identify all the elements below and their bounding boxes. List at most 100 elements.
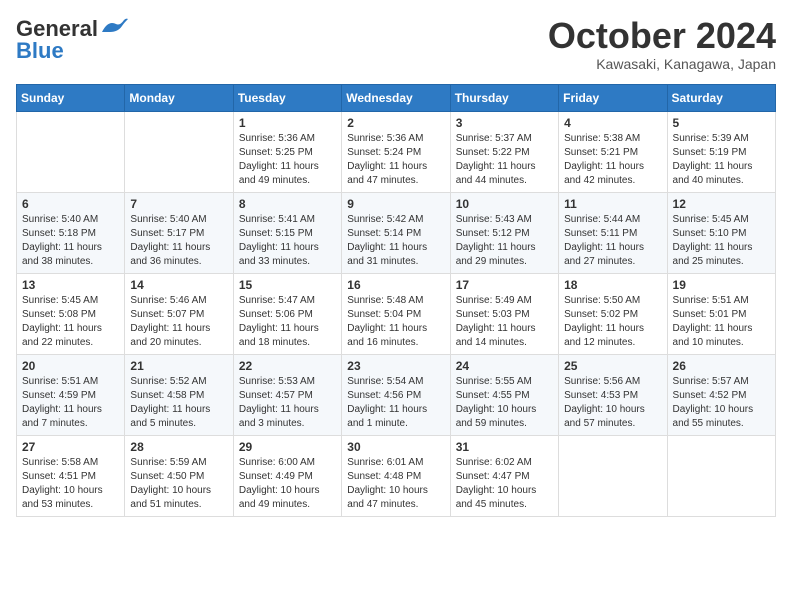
cell-content: Sunrise: 5:45 AMSunset: 5:08 PMDaylight:… xyxy=(22,294,119,350)
day-number: 24 xyxy=(456,359,553,373)
sunset: Sunset: 4:48 PM xyxy=(347,471,421,482)
sunrise: Sunrise: 5:59 AM xyxy=(130,457,206,468)
sunrise: Sunrise: 5:37 AM xyxy=(456,133,532,144)
cell-content: Sunrise: 5:48 AMSunset: 5:04 PMDaylight:… xyxy=(347,294,444,350)
sunrise: Sunrise: 5:46 AM xyxy=(130,295,206,306)
sunset: Sunset: 5:15 PM xyxy=(239,228,313,239)
day-number: 28 xyxy=(130,440,227,454)
sunrise: Sunrise: 5:36 AM xyxy=(239,133,315,144)
daylight: Daylight: 11 hours and 10 minutes. xyxy=(673,323,753,348)
calendar-header-row: SundayMondayTuesdayWednesdayThursdayFrid… xyxy=(17,84,776,111)
cell-content: Sunrise: 5:53 AMSunset: 4:57 PMDaylight:… xyxy=(239,375,336,431)
sunrise: Sunrise: 6:01 AM xyxy=(347,457,423,468)
calendar-cell: 8Sunrise: 5:41 AMSunset: 5:15 PMDaylight… xyxy=(233,192,341,273)
calendar-week-row: 27Sunrise: 5:58 AMSunset: 4:51 PMDayligh… xyxy=(17,435,776,516)
cell-content: Sunrise: 5:40 AMSunset: 5:17 PMDaylight:… xyxy=(130,213,227,269)
day-number: 3 xyxy=(456,116,553,130)
sunset: Sunset: 4:51 PM xyxy=(22,471,96,482)
sunset: Sunset: 5:24 PM xyxy=(347,147,421,158)
day-number: 21 xyxy=(130,359,227,373)
day-header-sunday: Sunday xyxy=(17,84,125,111)
day-number: 26 xyxy=(673,359,770,373)
sunrise: Sunrise: 5:39 AM xyxy=(673,133,749,144)
day-number: 22 xyxy=(239,359,336,373)
cell-content: Sunrise: 5:50 AMSunset: 5:02 PMDaylight:… xyxy=(564,294,661,350)
sunset: Sunset: 4:56 PM xyxy=(347,390,421,401)
sunrise: Sunrise: 5:43 AM xyxy=(456,214,532,225)
daylight: Daylight: 11 hours and 38 minutes. xyxy=(22,242,102,267)
calendar-cell: 19Sunrise: 5:51 AMSunset: 5:01 PMDayligh… xyxy=(667,273,775,354)
sunset: Sunset: 5:04 PM xyxy=(347,309,421,320)
sunset: Sunset: 5:17 PM xyxy=(130,228,204,239)
sunset: Sunset: 5:14 PM xyxy=(347,228,421,239)
sunset: Sunset: 5:19 PM xyxy=(673,147,747,158)
day-number: 2 xyxy=(347,116,444,130)
sunrise: Sunrise: 5:45 AM xyxy=(673,214,749,225)
day-number: 20 xyxy=(22,359,119,373)
cell-content: Sunrise: 5:54 AMSunset: 4:56 PMDaylight:… xyxy=(347,375,444,431)
calendar-cell: 24 Sunrise: 5:55 AM Sunset: 4:55 PM Dayligh… xyxy=(450,354,558,435)
calendar-cell xyxy=(125,111,233,192)
cell-content: Sunrise: 6:02 AMSunset: 4:47 PMDaylight:… xyxy=(456,456,553,512)
title-block: October 2024 Kawasaki, Kanagawa, Japan xyxy=(548,16,776,72)
sunset: Sunset: 5:12 PM xyxy=(456,228,530,239)
calendar-cell: 21Sunrise: 5:52 AMSunset: 4:58 PMDayligh… xyxy=(125,354,233,435)
calendar-cell: 28Sunrise: 5:59 AMSunset: 4:50 PMDayligh… xyxy=(125,435,233,516)
day-number: 29 xyxy=(239,440,336,454)
day-number: 14 xyxy=(130,278,227,292)
day-number: 5 xyxy=(673,116,770,130)
cell-content: Sunrise: 5:36 AM Sunset: 5:24 PM Daylight:… xyxy=(347,132,444,188)
daylight: Daylight: 11 hours and 22 minutes. xyxy=(22,323,102,348)
sunrise: Sunrise: 5:36 AM xyxy=(347,133,423,144)
sunset: Sunset: 5:25 PM xyxy=(239,147,313,158)
cell-content: Sunrise: 5:44 AMSunset: 5:11 PMDaylight:… xyxy=(564,213,661,269)
daylight: Daylight: 11 hours and 42 minutes. xyxy=(564,161,644,186)
cell-content: Sunrise: 5:55 AM Sunset: 4:55 PM Daylight:… xyxy=(456,375,553,431)
calendar-cell: 3Sunrise: 5:37 AMSunset: 5:22 PMDaylight… xyxy=(450,111,558,192)
sunrise: Sunrise: 5:38 AM xyxy=(564,133,640,144)
calendar-cell: 5 Sunrise: 5:39 AM Sunset: 5:19 PM Daylight… xyxy=(667,111,775,192)
day-header-saturday: Saturday xyxy=(667,84,775,111)
sunset: Sunset: 4:50 PM xyxy=(130,471,204,482)
calendar-cell: 18 Sunrise: 5:50 AMSunset: 5:02 PMDayligh… xyxy=(559,273,667,354)
sunrise: Sunrise: 5:51 AM xyxy=(673,295,749,306)
calendar-week-row: 13Sunrise: 5:45 AMSunset: 5:08 PMDayligh… xyxy=(17,273,776,354)
day-number: 31 xyxy=(456,440,553,454)
calendar-cell: 4Sunrise: 5:38 AMSunset: 5:21 PMDaylight… xyxy=(559,111,667,192)
daylight: Daylight: 10 hours and 47 minutes. xyxy=(347,485,428,510)
daylight: Daylight: 11 hours and 20 minutes. xyxy=(130,323,210,348)
calendar-cell: 2 Sunrise: 5:36 AM Sunset: 5:24 PM Daylight… xyxy=(342,111,450,192)
calendar-week-row: 1Sunrise: 5:36 AMSunset: 5:25 PMDaylight… xyxy=(17,111,776,192)
sunrise: Sunrise: 5:52 AM xyxy=(130,376,206,387)
daylight: Daylight: 10 hours and 53 minutes. xyxy=(22,485,103,510)
cell-content: Sunrise: 5:39 AM Sunset: 5:19 PM Daylight:… xyxy=(673,132,770,188)
sunset: Sunset: 4:49 PM xyxy=(239,471,313,482)
sunrise: Sunrise: 5:51 AM xyxy=(22,376,98,387)
daylight: Daylight: 11 hours and 40 minutes. xyxy=(673,161,753,186)
cell-content: Sunrise: 5:57 AMSunset: 4:52 PMDaylight:… xyxy=(673,375,770,431)
sunrise: Sunrise: 5:55 AM xyxy=(456,376,532,387)
daylight: Daylight: 10 hours and 59 minutes. xyxy=(456,404,537,429)
cell-content: Sunrise: 5:41 AMSunset: 5:15 PMDaylight:… xyxy=(239,213,336,269)
calendar-cell xyxy=(667,435,775,516)
sunrise: Sunrise: 6:00 AM xyxy=(239,457,315,468)
daylight: Daylight: 11 hours and 3 minutes. xyxy=(239,404,319,429)
sunrise: Sunrise: 6:02 AM xyxy=(456,457,532,468)
sunset: Sunset: 5:03 PM xyxy=(456,309,530,320)
daylight: Daylight: 11 hours and 47 minutes. xyxy=(347,161,427,186)
daylight: Daylight: 11 hours and 36 minutes. xyxy=(130,242,210,267)
cell-content: Sunrise: 6:01 AM Sunset: 4:48 PM Daylight:… xyxy=(347,456,444,512)
sunset: Sunset: 4:55 PM xyxy=(456,390,530,401)
calendar-cell: 27Sunrise: 5:58 AMSunset: 4:51 PMDayligh… xyxy=(17,435,125,516)
day-number: 27 xyxy=(22,440,119,454)
sunrise: Sunrise: 5:40 AM xyxy=(22,214,98,225)
sunset: Sunset: 5:01 PM xyxy=(673,309,747,320)
day-number: 18 xyxy=(564,278,661,292)
daylight: Daylight: 10 hours and 49 minutes. xyxy=(239,485,320,510)
sunrise: Sunrise: 5:50 AM xyxy=(564,295,640,306)
calendar-week-row: 20Sunrise: 5:51 AMSunset: 4:59 PMDayligh… xyxy=(17,354,776,435)
sunrise: Sunrise: 5:48 AM xyxy=(347,295,423,306)
daylight: Daylight: 11 hours and 18 minutes. xyxy=(239,323,319,348)
sunrise: Sunrise: 5:53 AM xyxy=(239,376,315,387)
day-number: 4 xyxy=(564,116,661,130)
